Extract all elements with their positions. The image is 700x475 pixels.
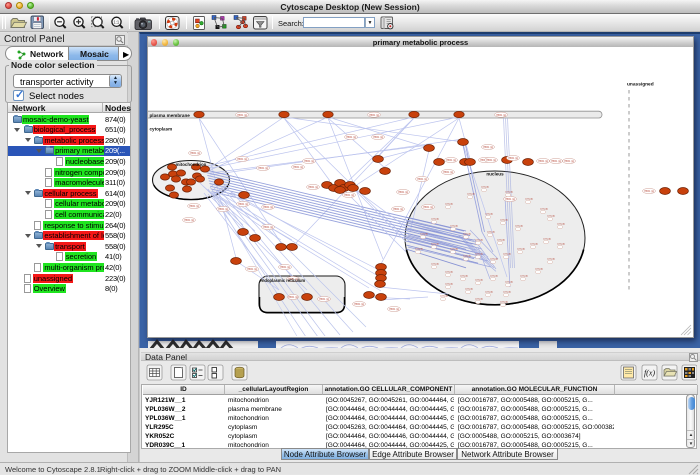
svg-text:Sxx1(p): Sxx1(p) bbox=[557, 244, 565, 246]
svg-text:mitochondrion: mitochondrion bbox=[176, 162, 207, 167]
svg-text:Sxx1(p): Sxx1(p) bbox=[415, 249, 423, 251]
svg-text:Sxx1(p): Sxx1(p) bbox=[460, 276, 468, 278]
svg-text:Sxx1(p): Sxx1(p) bbox=[463, 256, 471, 258]
svg-text:nucleus: nucleus bbox=[486, 172, 504, 177]
svg-text:YBR1 (p): YBR1 (p) bbox=[423, 206, 433, 209]
svg-text:Sxx1(p): Sxx1(p) bbox=[520, 276, 528, 278]
svg-text:Sxx1(p): Sxx1(p) bbox=[535, 269, 543, 271]
svg-text:YBR1 (p): YBR1 (p) bbox=[304, 160, 314, 163]
svg-text:Sxx1(p): Sxx1(p) bbox=[431, 264, 439, 266]
svg-text:unassigned: unassigned bbox=[627, 82, 654, 88]
svg-text:YBR1 (p): YBR1 (p) bbox=[237, 158, 247, 161]
svg-text:YBR1 (p): YBR1 (p) bbox=[644, 190, 654, 193]
svg-text:Sxx1(p): Sxx1(p) bbox=[463, 234, 471, 236]
svg-text:Sxx1(p): Sxx1(p) bbox=[505, 192, 513, 194]
svg-text:endoplasmic reticulum: endoplasmic reticulum bbox=[260, 278, 306, 283]
svg-text:YBR1 (p): YBR1 (p) bbox=[189, 205, 199, 208]
svg-text:Sxx1(p): Sxx1(p) bbox=[503, 254, 511, 256]
svg-text:1:1: 1:1 bbox=[113, 20, 119, 25]
svg-text:Sxx1(p): Sxx1(p) bbox=[547, 259, 555, 261]
svg-text:YBR1 (p): YBR1 (p) bbox=[218, 208, 228, 211]
svg-text:YBR1 (p): YBR1 (p) bbox=[247, 268, 257, 271]
svg-text:plasma membrane: plasma membrane bbox=[150, 113, 191, 118]
svg-text:f(x): f(x) bbox=[644, 369, 655, 378]
svg-text:YBR1 (p): YBR1 (p) bbox=[508, 157, 518, 160]
svg-text:YBR1 (p): YBR1 (p) bbox=[393, 208, 403, 211]
svg-text:Sxx1(p): Sxx1(p) bbox=[500, 302, 508, 304]
svg-text:Sxx1(p): Sxx1(p) bbox=[475, 254, 483, 256]
svg-text:YBR1 (p): YBR1 (p) bbox=[369, 114, 379, 117]
svg-text:Sxx1(p): Sxx1(p) bbox=[503, 292, 511, 294]
svg-text:YBR1 (p): YBR1 (p) bbox=[346, 136, 356, 139]
svg-text:Sxx1(p): Sxx1(p) bbox=[465, 289, 473, 291]
svg-text:YBR1 (p): YBR1 (p) bbox=[446, 159, 456, 162]
svg-text:Sxx1(p): Sxx1(p) bbox=[557, 224, 565, 226]
svg-text:YBR1 (p): YBR1 (p) bbox=[280, 266, 290, 269]
svg-text:YBR1 (p): YBR1 (p) bbox=[184, 219, 194, 222]
svg-text:Sxx1(p): Sxx1(p) bbox=[490, 276, 498, 278]
svg-text:YBR1 (p): YBR1 (p) bbox=[373, 136, 383, 139]
svg-text:YBR1 (p): YBR1 (p) bbox=[258, 167, 268, 170]
svg-text:Sxx1(p): Sxx1(p) bbox=[505, 282, 513, 284]
svg-text:Sxx1(p): Sxx1(p) bbox=[485, 214, 493, 216]
svg-text:Sxx1(p): Sxx1(p) bbox=[530, 244, 538, 246]
svg-text:YBR1 (p): YBR1 (p) bbox=[238, 203, 248, 206]
svg-text:Sxx1(p): Sxx1(p) bbox=[467, 194, 475, 196]
svg-text:YBR1 (p): YBR1 (p) bbox=[293, 166, 303, 169]
svg-text:YBR1 (p): YBR1 (p) bbox=[263, 226, 273, 229]
svg-text:Sxx1(p): Sxx1(p) bbox=[481, 187, 489, 189]
svg-text:YBR1 (p): YBR1 (p) bbox=[496, 114, 506, 117]
svg-text:Sxx1(p): Sxx1(p) bbox=[450, 249, 458, 251]
svg-text:Sxx1(p): Sxx1(p) bbox=[500, 220, 508, 222]
svg-text:Sxx1(p): Sxx1(p) bbox=[497, 240, 505, 242]
svg-text:YBR1 (p): YBR1 (p) bbox=[344, 194, 354, 197]
svg-text:Sxx1(p): Sxx1(p) bbox=[440, 296, 448, 298]
svg-text:YBR1 (p): YBR1 (p) bbox=[551, 160, 561, 163]
svg-text:Sxx1(p): Sxx1(p) bbox=[445, 204, 453, 206]
svg-text:Sxx1(p): Sxx1(p) bbox=[485, 292, 493, 294]
svg-text:YBR1 (p): YBR1 (p) bbox=[443, 171, 453, 174]
svg-text:YBR1 (p): YBR1 (p) bbox=[237, 114, 247, 117]
svg-text:YBR1 (p): YBR1 (p) bbox=[190, 152, 200, 155]
svg-text:Sxx1(p): Sxx1(p) bbox=[490, 259, 498, 261]
svg-text:YBR1 (p): YBR1 (p) bbox=[263, 206, 273, 209]
svg-text:YBR1 (p): YBR1 (p) bbox=[486, 159, 496, 162]
svg-text:YBR1 (p): YBR1 (p) bbox=[288, 296, 298, 299]
svg-text:YBR1 (p): YBR1 (p) bbox=[564, 160, 574, 163]
svg-text:Sxx1(p): Sxx1(p) bbox=[475, 299, 483, 301]
svg-text:Sxx1(p): Sxx1(p) bbox=[420, 234, 428, 236]
svg-text:Sxx1(p): Sxx1(p) bbox=[540, 209, 548, 211]
svg-text:Sxx1(p): Sxx1(p) bbox=[431, 244, 439, 246]
svg-text:Sxx1(p): Sxx1(p) bbox=[517, 249, 525, 251]
svg-text:YBR1 (p): YBR1 (p) bbox=[389, 308, 399, 311]
svg-text:Sxx1(p): Sxx1(p) bbox=[487, 232, 495, 234]
svg-text:cytoplasm: cytoplasm bbox=[150, 127, 173, 132]
svg-text:Sxx1(p): Sxx1(p) bbox=[515, 226, 523, 228]
svg-text:YBR1 (p): YBR1 (p) bbox=[417, 178, 427, 181]
svg-text:Sxx1(p): Sxx1(p) bbox=[450, 226, 458, 228]
svg-text:Sxx1(p): Sxx1(p) bbox=[445, 284, 453, 286]
svg-text:YBR1 (p): YBR1 (p) bbox=[308, 186, 318, 189]
svg-text:Sxx1(p): Sxx1(p) bbox=[547, 216, 555, 218]
svg-text:Sxx1(p): Sxx1(p) bbox=[475, 280, 483, 282]
svg-text:YBR1 (p): YBR1 (p) bbox=[398, 191, 408, 194]
svg-text:Sxx1(p): Sxx1(p) bbox=[543, 239, 551, 241]
svg-text:YBR1 (p): YBR1 (p) bbox=[319, 298, 329, 301]
svg-text:Sxx1(p): Sxx1(p) bbox=[475, 240, 483, 242]
svg-text:YBR1 (p): YBR1 (p) bbox=[538, 160, 548, 163]
svg-text:Sxx1(p): Sxx1(p) bbox=[525, 199, 533, 201]
svg-text:YBR1 (p): YBR1 (p) bbox=[354, 303, 364, 306]
svg-text:Sxx1(p): Sxx1(p) bbox=[445, 272, 453, 274]
svg-text:Sxx1(p): Sxx1(p) bbox=[431, 219, 439, 221]
svg-text:YBR1 (p): YBR1 (p) bbox=[505, 198, 515, 201]
svg-text:YBR1 (p): YBR1 (p) bbox=[483, 146, 493, 149]
